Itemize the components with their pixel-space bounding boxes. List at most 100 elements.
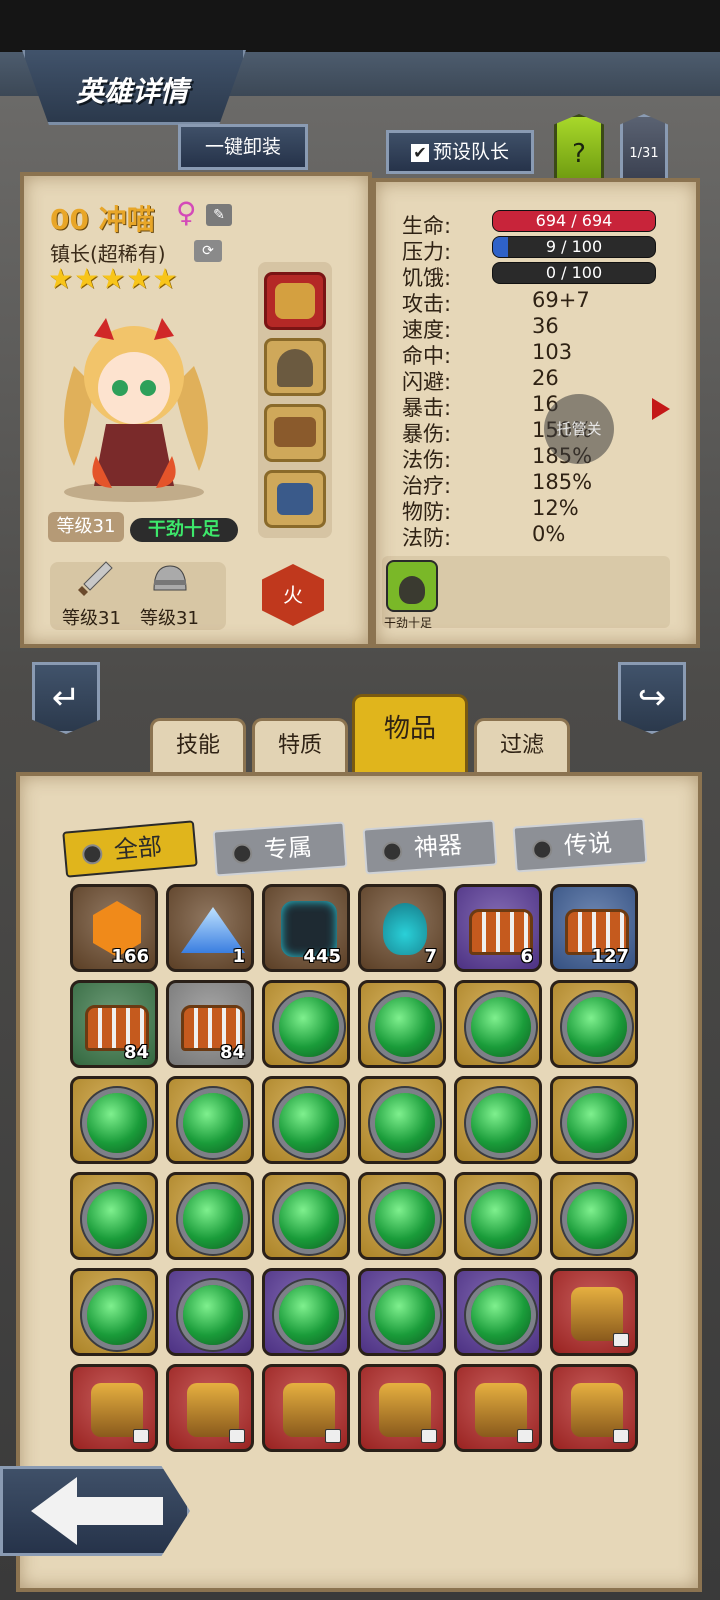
page-indicator: 1/31	[620, 114, 668, 184]
stress-bar-fill	[493, 237, 508, 257]
green-gem-icon	[567, 997, 627, 1057]
filter-all-label: 全部	[112, 832, 164, 865]
gauntlet-icon	[277, 483, 313, 515]
green-gem-icon	[471, 1093, 531, 1153]
inventory-item[interactable]	[550, 980, 638, 1068]
inventory-item[interactable]: 166	[70, 884, 158, 972]
green-gem-icon	[183, 1285, 243, 1345]
star-rating: ★★★★★	[48, 262, 179, 295]
inventory-item[interactable]	[262, 1076, 350, 1164]
inventory-item[interactable]	[358, 980, 446, 1068]
inventory-item[interactable]	[454, 1364, 542, 1452]
inventory-item[interactable]	[166, 1268, 254, 1356]
helmet-icon[interactable]	[150, 560, 190, 600]
inventory-item[interactable]	[70, 1364, 158, 1452]
item-count: 1	[232, 946, 245, 967]
page-title: 英雄详情	[75, 75, 188, 108]
green-gem-icon	[375, 1285, 435, 1345]
status-bar	[0, 0, 720, 52]
radio-dot	[531, 838, 553, 861]
equip-slot-gauntlet[interactable]	[264, 470, 326, 528]
inventory-item[interactable]	[358, 1172, 446, 1260]
green-gem-icon	[87, 1285, 147, 1345]
equip-slot-boots[interactable]	[264, 404, 326, 462]
inventory-item[interactable]: 445	[262, 884, 350, 972]
green-gem-icon	[471, 997, 531, 1057]
inventory-item[interactable]	[262, 1364, 350, 1452]
filter-artifact[interactable]: 神器	[362, 819, 498, 875]
stress-bar: 9 / 100	[492, 236, 656, 258]
unequip-all-button[interactable]: 一键卸装	[178, 124, 308, 170]
green-gem-icon	[183, 1093, 243, 1153]
swap-class-icon[interactable]: ⟳	[194, 240, 222, 262]
inventory-item[interactable]	[454, 1076, 542, 1164]
inventory-item[interactable]	[550, 1268, 638, 1356]
inventory-item[interactable]	[262, 1268, 350, 1356]
tab-filter[interactable]: 过滤	[474, 718, 570, 774]
filter-exclusive-label: 专属	[263, 832, 313, 865]
equip-slot-hood[interactable]	[264, 338, 326, 396]
trait-icon[interactable]	[386, 560, 438, 612]
armor-level: 等级31	[140, 608, 199, 629]
radio-dot	[81, 843, 104, 866]
green-gem-icon	[183, 1189, 243, 1249]
green-gem-icon	[375, 997, 435, 1057]
filter-exclusive[interactable]: 专属	[212, 821, 348, 877]
hood-icon	[277, 349, 313, 387]
hero-level-badge: 等级31	[48, 512, 124, 542]
hero-portrait[interactable]	[34, 296, 234, 506]
inventory-item[interactable]	[166, 1076, 254, 1164]
inventory-item[interactable]	[358, 1268, 446, 1356]
inventory-item[interactable]: 7	[358, 884, 446, 972]
inventory-item[interactable]	[550, 1076, 638, 1164]
inventory-item[interactable]	[166, 1172, 254, 1260]
armor-icon	[275, 283, 315, 319]
inventory-item[interactable]: 127	[550, 884, 638, 972]
inventory-item[interactable]	[454, 980, 542, 1068]
help-button[interactable]: ?	[554, 114, 604, 184]
inventory-item[interactable]	[358, 1364, 446, 1452]
inventory-item[interactable]	[550, 1172, 638, 1260]
back-button[interactable]	[0, 1466, 190, 1556]
tab-skills[interactable]: 技能	[150, 718, 246, 774]
expand-arrow-icon[interactable]	[652, 398, 670, 420]
inventory-item[interactable]: 84	[70, 980, 158, 1068]
filter-legendary[interactable]: 传说	[512, 817, 648, 873]
inventory-item[interactable]	[262, 1172, 350, 1260]
inventory-item[interactable]	[454, 1268, 542, 1356]
inventory-item[interactable]: 84	[166, 980, 254, 1068]
lock-icon	[613, 1333, 629, 1347]
tab-traits[interactable]: 特质	[252, 718, 348, 774]
equip-slot-armor[interactable]	[264, 272, 326, 330]
inventory-item[interactable]	[70, 1076, 158, 1164]
green-gem-icon	[567, 1093, 627, 1153]
assist-bubble[interactable]: 托管关	[544, 394, 614, 464]
filter-legendary-label: 传说	[563, 828, 613, 861]
inventory-item[interactable]	[166, 1364, 254, 1452]
inventory-item[interactable]	[70, 1268, 158, 1356]
inventory-item[interactable]	[550, 1364, 638, 1452]
stat-value: 185%	[532, 470, 593, 494]
inventory-item[interactable]	[454, 1172, 542, 1260]
inventory-item[interactable]: 6	[454, 884, 542, 972]
stat-value: 26	[532, 366, 559, 390]
green-gem-icon	[87, 1093, 147, 1153]
prev-hero-button[interactable]: ↵	[32, 662, 100, 734]
item-count: 7	[424, 946, 437, 967]
next-hero-button[interactable]: ↪	[618, 662, 686, 734]
inventory-item[interactable]	[262, 980, 350, 1068]
sword-icon[interactable]	[76, 558, 116, 598]
preset-leader-button[interactable]: ✔ 预设队长	[386, 130, 534, 174]
lock-icon	[229, 1429, 245, 1443]
inventory-item[interactable]: 1	[166, 884, 254, 972]
lock-icon	[517, 1429, 533, 1443]
inventory-item[interactable]	[358, 1076, 446, 1164]
green-gem-icon	[279, 1189, 339, 1249]
inventory-item[interactable]	[70, 1172, 158, 1260]
edit-name-icon[interactable]: ✎	[206, 204, 232, 226]
stat-value: 103	[532, 340, 573, 364]
tab-items[interactable]: 物品	[352, 694, 468, 776]
item-count: 445	[303, 946, 341, 967]
lock-icon	[133, 1429, 149, 1443]
stat-value: 36	[532, 314, 559, 338]
